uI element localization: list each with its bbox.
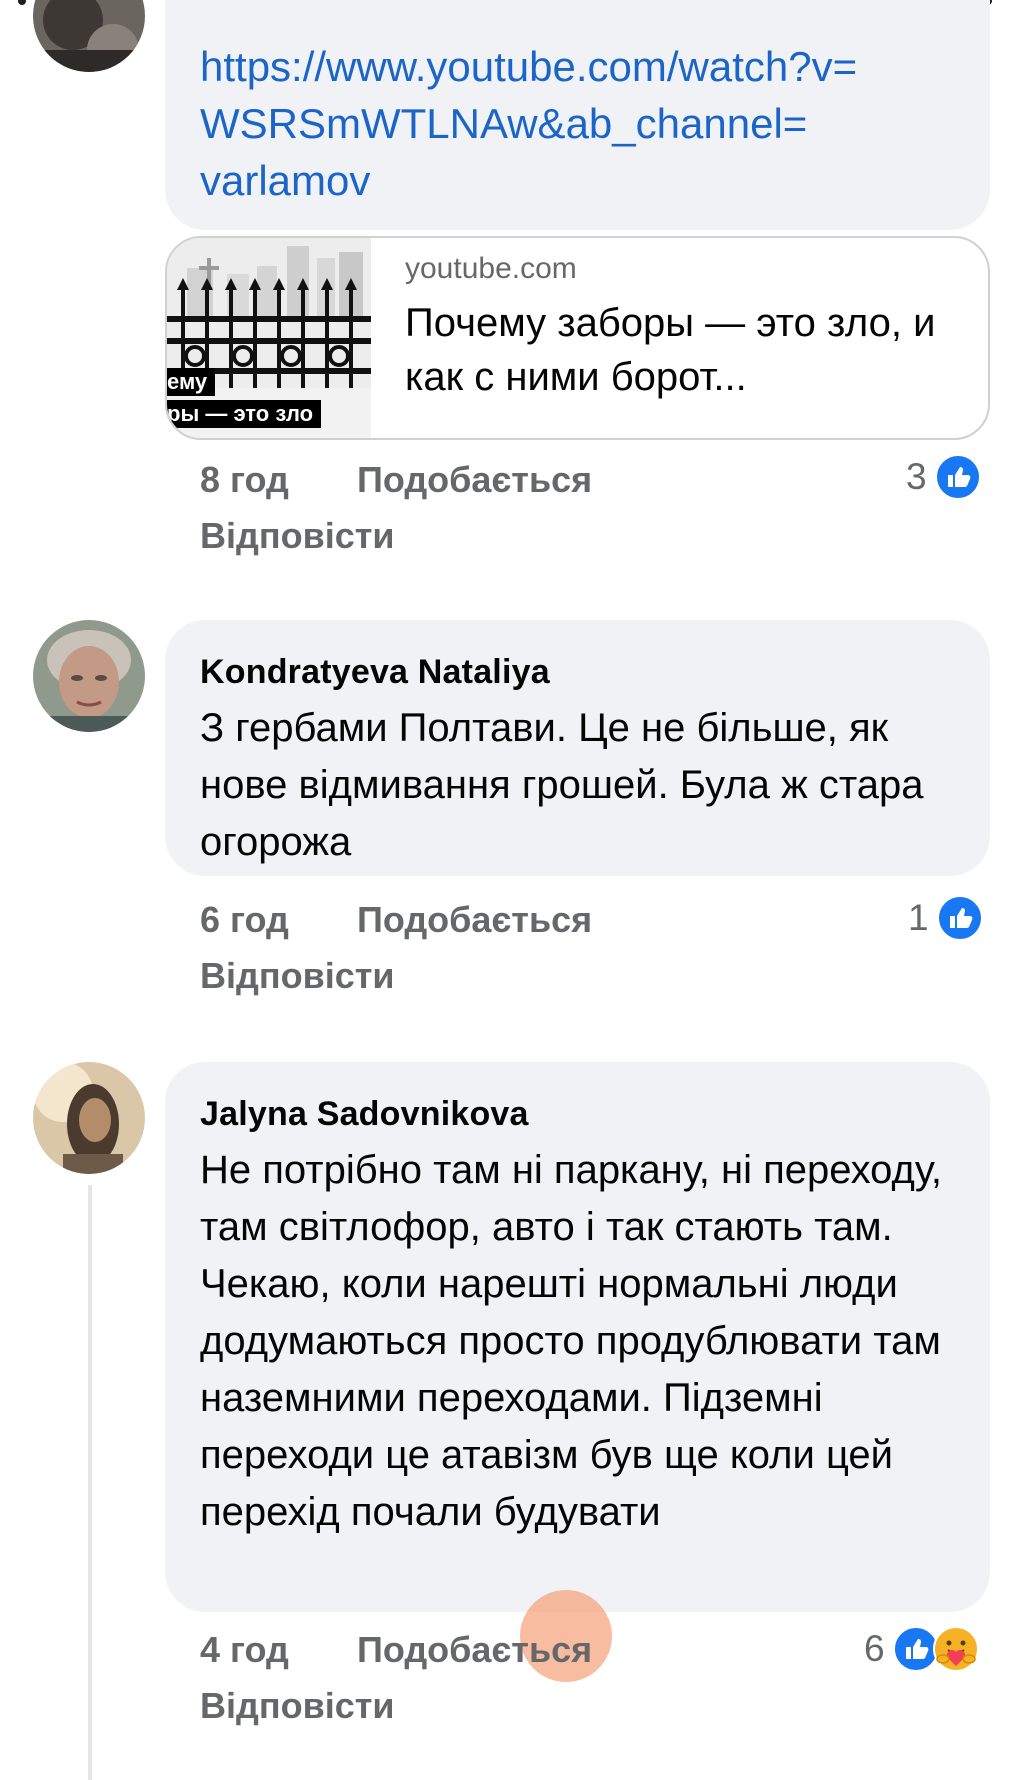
reply-thread-line (88, 1185, 92, 1780)
reaction-count: 3 (906, 456, 927, 497)
like-icon (934, 454, 981, 500)
reaction-count: 6 (864, 1628, 885, 1669)
comment-link[interactable]: https://www.youtube.com/watch?v= WSRSmWT… (200, 38, 955, 209)
thumbnail-caption: ему (167, 368, 216, 396)
like-button[interactable]: Подобається (357, 458, 592, 502)
care-icon (932, 1626, 979, 1672)
comment-bubble: Kondratyeva Nataliya З гербами Полтави. … (165, 620, 990, 876)
comment-actions: 6 год Подобається (200, 898, 592, 942)
avatar[interactable] (33, 620, 145, 732)
comment-link-line[interactable]: https://www.youtube.com/watch?v= (200, 38, 955, 95)
avatar[interactable] (33, 1062, 145, 1174)
reactions-summary[interactable]: 1 (908, 893, 983, 943)
reply-button[interactable]: Відповісти (200, 954, 395, 998)
comment-author[interactable]: Kondratyeva Nataliya (200, 650, 955, 694)
comment-time[interactable]: 8 год (200, 458, 289, 502)
comment-bubble: https://www.youtube.com/watch?v= WSRSmWT… (165, 0, 990, 230)
avatar-photo (33, 0, 145, 72)
comment-link-line[interactable]: varlamov (200, 152, 955, 209)
comment-author[interactable]: Jalyna Sadovnikova (200, 1092, 955, 1136)
like-icon (936, 895, 983, 941)
comment-bubble: Jalyna Sadovnikova Не потрібно там ні па… (165, 1062, 990, 1612)
status-icon (18, 0, 26, 5)
link-preview-thumbnail: ему ры — это зло (167, 238, 371, 438)
reactions-summary[interactable]: 6 (864, 1624, 979, 1674)
avatar-photo (33, 620, 145, 732)
thumbnail-caption: ры — это зло (167, 400, 322, 428)
avatar-photo (33, 1062, 145, 1174)
like-button[interactable]: Подобається (357, 898, 592, 942)
comment-link-line[interactable]: WSRSmWTLNAw&ab_channel= (200, 95, 955, 152)
link-preview-domain: youtube.com (405, 252, 577, 285)
comment-time[interactable]: 4 год (200, 1628, 289, 1672)
reply-button[interactable]: Відповісти (200, 1684, 395, 1728)
avatar[interactable] (33, 0, 145, 72)
comment-actions: 8 год Подобається (200, 458, 592, 502)
reactions-summary[interactable]: 3 (906, 452, 981, 502)
link-preview-card[interactable]: ему ры — это зло youtube.com Почему забо… (165, 236, 990, 440)
comment-time[interactable]: 6 год (200, 898, 289, 942)
like-button[interactable]: Подобається (357, 1628, 592, 1672)
comment-actions: 4 год Подобається (200, 1628, 592, 1672)
reaction-count: 1 (908, 897, 929, 938)
reply-button[interactable]: Відповісти (200, 514, 395, 558)
comments-page: https://www.youtube.com/watch?v= WSRSmWT… (0, 0, 1024, 1780)
comment-text: З гербами Полтави. Це не більше, як нове… (200, 706, 924, 864)
comment-text: Не потрібно там ні паркану, ні переходу,… (200, 1148, 942, 1534)
link-preview-title[interactable]: Почему заборы — это зло, и как с ними бо… (405, 296, 965, 404)
